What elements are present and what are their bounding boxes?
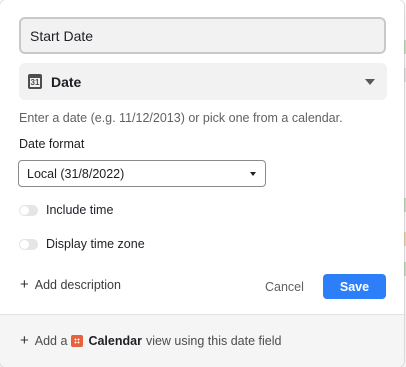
footer-suffix: view using this date field [145, 334, 282, 348]
field-hint-text: Enter a date (e.g. 11/12/2013) or pick o… [19, 111, 343, 125]
field-name-value: Start Date [30, 27, 94, 44]
chevron-down-icon [365, 79, 375, 85]
chevron-down-icon [250, 172, 256, 176]
add-description-button[interactable]: + Add description [20, 276, 121, 293]
display-time-zone-toggle[interactable] [19, 238, 38, 250]
footer-prefix: Add a [34, 334, 68, 348]
footer-bar: + Add a Calendar view using this date fi… [0, 314, 404, 367]
plus-icon: + [20, 332, 29, 349]
date-format-value: Local (31/8/2022) [27, 166, 125, 181]
include-time-toggle[interactable] [19, 204, 38, 216]
field-type-select[interactable]: 31 Date [19, 63, 387, 100]
display-time-zone-label: Display time zone [46, 237, 145, 251]
include-time-label: Include time [46, 203, 114, 217]
date-format-label: Date format [19, 137, 85, 151]
date-format-select[interactable]: Local (31/8/2022) [18, 160, 266, 187]
cancel-button[interactable]: Cancel [265, 280, 304, 294]
add-calendar-view-link[interactable]: + Add a Calendar view using this date fi… [20, 332, 282, 349]
calendar-view-icon [71, 335, 84, 347]
field-type-label: Date [51, 73, 82, 90]
save-button[interactable]: Save [323, 274, 386, 299]
plus-icon: + [20, 276, 29, 293]
include-time-row[interactable]: Include time [19, 203, 113, 217]
field-config-dialog: Start Date 31 Date Enter a date (e.g. 11… [0, 0, 404, 367]
calendar-icon: 31 [28, 74, 42, 89]
add-description-label: Add description [34, 278, 121, 292]
calendar-view-name: Calendar [88, 334, 142, 348]
display-time-zone-row[interactable]: Display time zone [19, 237, 145, 251]
field-name-input[interactable]: Start Date [19, 17, 386, 54]
